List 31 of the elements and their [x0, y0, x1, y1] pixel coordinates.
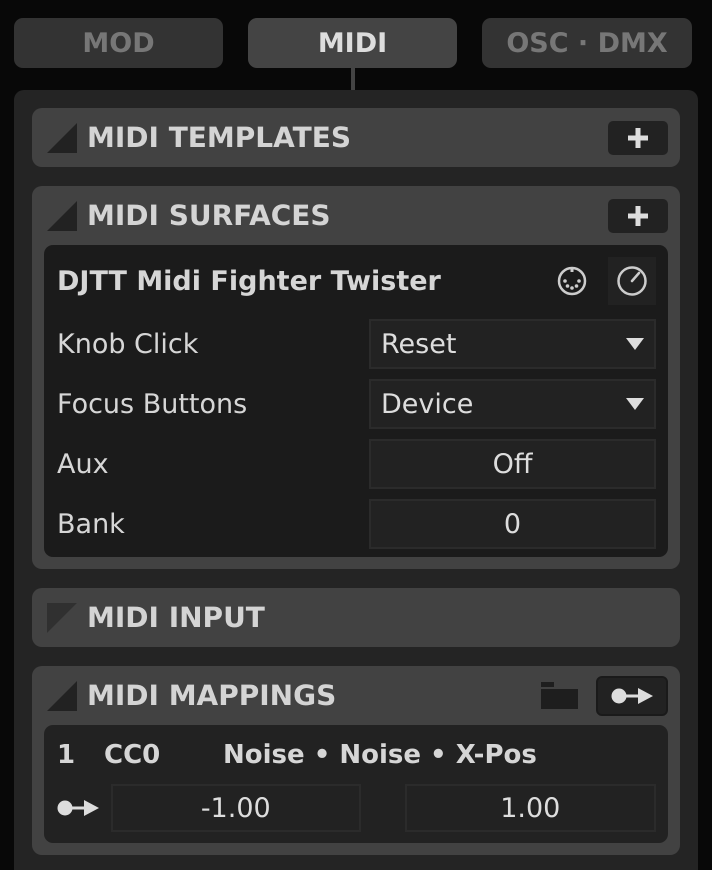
section-title: MIDI SURFACES	[87, 199, 332, 232]
dropdown[interactable]: Device	[369, 379, 656, 429]
knob-button[interactable]	[608, 257, 656, 305]
plus-icon	[628, 128, 648, 148]
mapping-index: 1	[57, 740, 76, 770]
section-title: MIDI INPUT	[87, 601, 266, 634]
max-field[interactable]: 1.00	[404, 784, 656, 832]
port-icon[interactable]	[557, 266, 587, 296]
add-button[interactable]	[608, 120, 668, 154]
setting-label: Focus Buttons	[57, 388, 248, 420]
arrow-button[interactable]	[596, 676, 668, 716]
caret-icon	[626, 398, 644, 410]
cc-label: CC0	[104, 740, 162, 770]
section-title: MIDI MAPPINGS	[87, 679, 338, 712]
setting-label: Knob Click	[57, 328, 200, 360]
value-field[interactable]: Off	[369, 439, 656, 489]
setting-label: Aux	[57, 448, 110, 480]
caret-icon	[626, 338, 644, 350]
setting-label: Bank	[57, 508, 126, 540]
add-button[interactable]	[608, 198, 668, 232]
plus-icon	[628, 206, 648, 226]
dot-arrow-icon	[57, 798, 99, 818]
target-label: Noise • Noise • X-Pos	[223, 740, 537, 770]
knob-icon	[616, 265, 648, 297]
device-name: DJTT Midi Fighter Twister	[57, 266, 442, 296]
tab[interactable]: MIDI	[248, 18, 457, 68]
dot-arrow-icon	[611, 686, 653, 706]
dropdown[interactable]: Reset	[369, 319, 656, 369]
min-field[interactable]: -1.00	[111, 784, 360, 832]
value-field[interactable]: 0	[369, 499, 656, 549]
section-title: MIDI TEMPLATES	[87, 121, 352, 154]
